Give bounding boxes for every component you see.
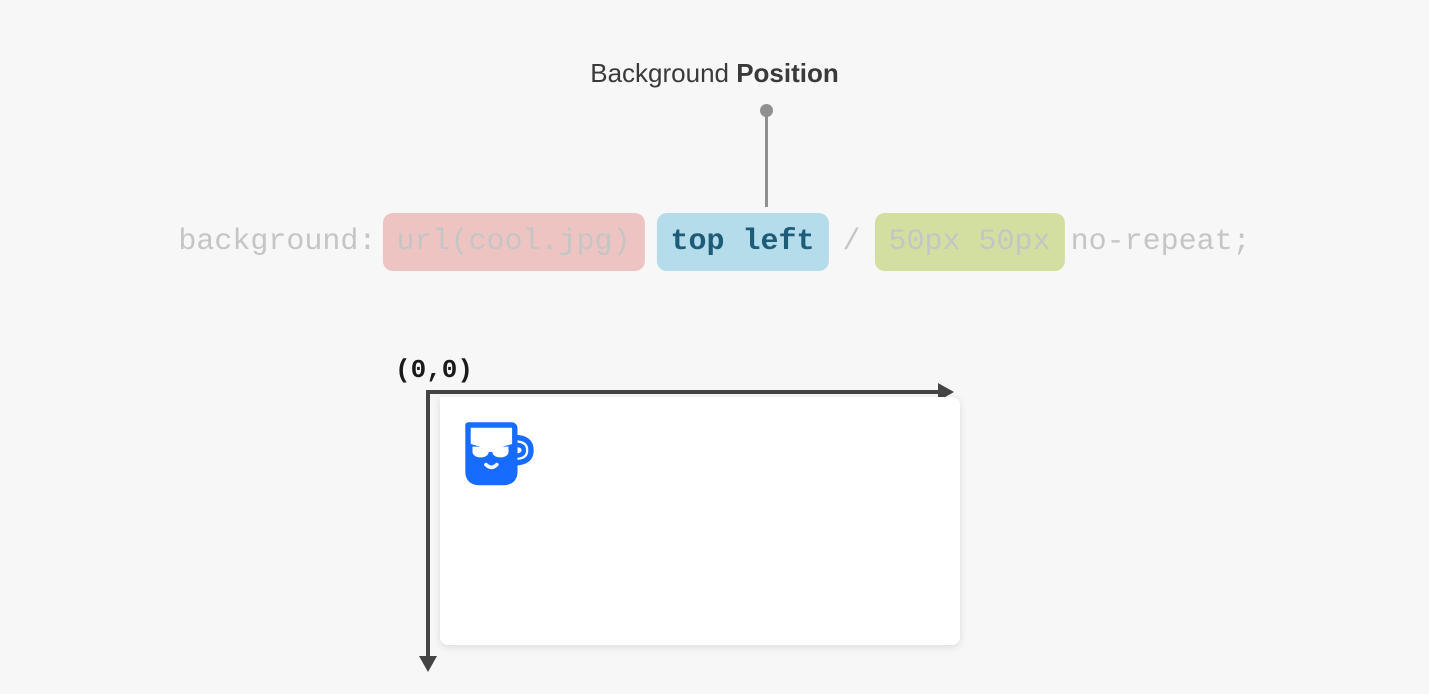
y-axis-arrow-icon [419,656,437,672]
code-position-highlight: top left [656,213,828,271]
mug-icon [450,407,540,497]
connector-line [765,115,768,207]
code-snippet: background: url(cool.jpg) top left / 50p… [178,213,1250,271]
demo-container [440,397,960,645]
diagram-title: Background Position [590,58,839,89]
code-repeat: no-repeat; [1071,225,1251,259]
code-size-highlight: 50px 50px [875,213,1065,271]
title-bold: Position [736,58,839,88]
title-prefix: Background [590,58,736,88]
code-slash: / [843,225,861,259]
code-property: background: [178,225,376,259]
y-axis-line [426,390,430,662]
origin-coordinate-label: (0,0) [395,355,473,385]
code-url-highlight: url(cool.jpg) [382,213,644,271]
x-axis-line [426,390,944,394]
